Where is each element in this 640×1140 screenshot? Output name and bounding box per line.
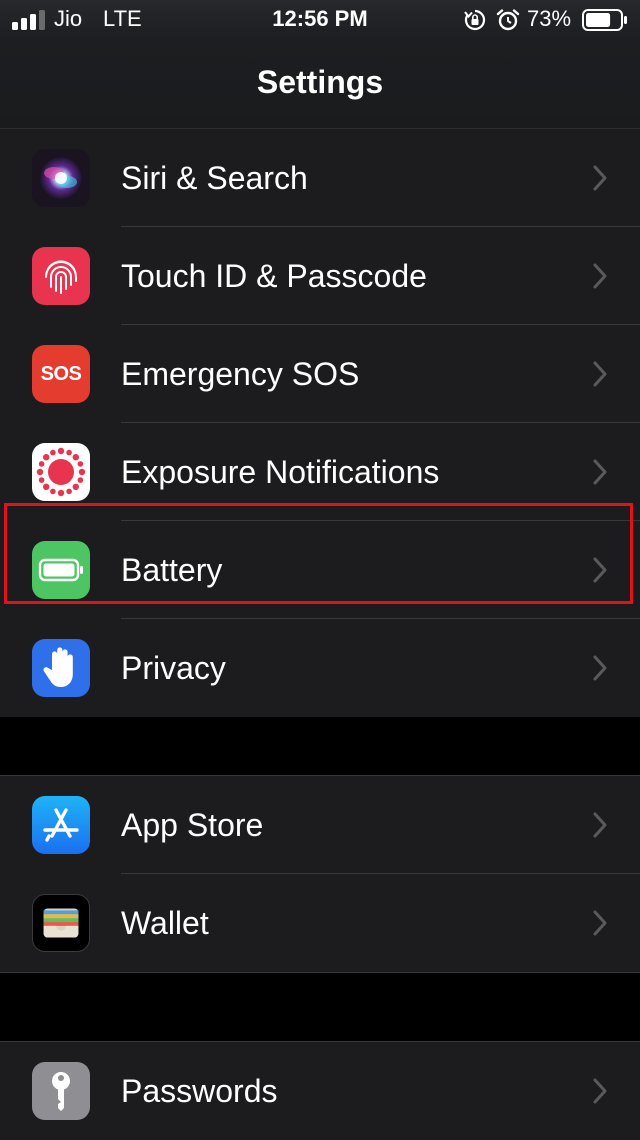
settings-row-label: App Store xyxy=(121,807,264,843)
settings-row-wallet[interactable]: Wallet xyxy=(0,874,640,972)
settings-row-label: Wallet xyxy=(121,905,209,941)
battery-percentage: 73% xyxy=(527,6,572,31)
settings-group-3: Passwords xyxy=(0,1041,640,1140)
wallet-icon xyxy=(32,894,90,952)
settings-row-battery[interactable]: Battery xyxy=(0,521,640,619)
chevron-right-icon xyxy=(593,812,607,838)
status-bar: Jio LTE 12:56 PM 73% xyxy=(0,0,640,40)
settings-group-1: Siri & Search Touch ID & Passcode SOS Em… xyxy=(0,129,640,717)
chevron-right-icon xyxy=(593,263,607,289)
fingerprint-icon xyxy=(32,247,90,305)
settings-row-privacy[interactable]: Privacy xyxy=(0,619,640,717)
settings-row-exposure-notifications[interactable]: Exposure Notifications xyxy=(0,423,640,521)
chevron-right-icon xyxy=(593,459,607,485)
settings-row-label: Passwords xyxy=(121,1073,278,1109)
settings-row-emergency-sos[interactable]: SOS Emergency SOS xyxy=(0,325,640,423)
settings-row-passwords[interactable]: Passwords xyxy=(0,1042,640,1140)
settings-row-label: Emergency SOS xyxy=(121,356,360,392)
navigation-bar: Settings xyxy=(0,40,640,129)
chevron-right-icon xyxy=(593,361,607,387)
settings-row-label: Exposure Notifications xyxy=(121,454,440,490)
exposure-icon xyxy=(32,443,90,501)
sos-icon-text: SOS xyxy=(40,362,82,385)
settings-row-label: Battery xyxy=(121,552,223,588)
hand-icon xyxy=(32,639,90,697)
sos-icon: SOS xyxy=(32,345,90,403)
page-title: Settings xyxy=(256,64,384,100)
key-icon xyxy=(32,1062,90,1120)
settings-row-touch-id-passcode[interactable]: Touch ID & Passcode xyxy=(0,227,640,325)
chevron-right-icon xyxy=(593,1078,607,1104)
chevron-right-icon xyxy=(593,910,607,936)
siri-icon xyxy=(32,149,90,207)
settings-row-label: Siri & Search xyxy=(121,160,308,196)
orientation-lock-icon xyxy=(464,9,486,31)
settings-group-2: App Store Wallet xyxy=(0,775,640,973)
battery-icon xyxy=(32,541,90,599)
settings-row-label: Privacy xyxy=(121,650,226,686)
chevron-right-icon xyxy=(593,165,607,191)
settings-row-app-store[interactable]: App Store xyxy=(0,776,640,874)
chevron-right-icon xyxy=(593,655,607,681)
app-store-icon xyxy=(32,796,90,854)
chevron-right-icon xyxy=(593,557,607,583)
settings-row-siri-search[interactable]: Siri & Search xyxy=(0,129,640,227)
alarm-icon xyxy=(496,9,520,31)
battery-status-icon xyxy=(582,9,627,31)
settings-row-label: Touch ID & Passcode xyxy=(121,258,427,294)
